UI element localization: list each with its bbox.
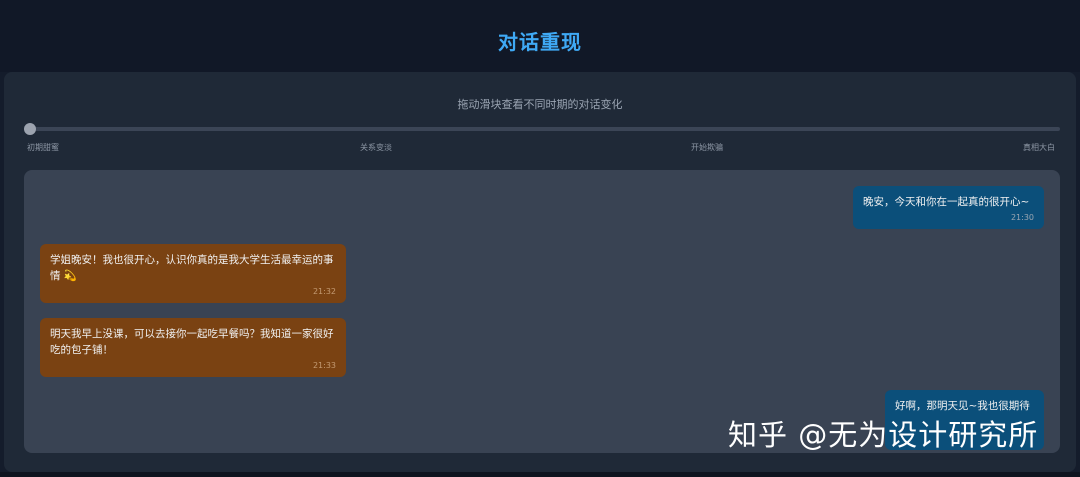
message-text: 学姐晚安！我也很开心，认识你真的是我大学生活最幸运的事情 💫 [50, 254, 334, 282]
stage-label-4[interactable]: 真相大白 [1023, 142, 1055, 153]
chat-area: 晚安，今天和你在一起真的很开心~ 21:30 学姐晚安！我也很开心，认识你真的是… [24, 170, 1060, 453]
message-text: 晚安，今天和你在一起真的很开心~ [863, 196, 1030, 208]
slider-thumb[interactable] [24, 123, 36, 135]
bottom-strip [0, 472, 1080, 477]
message-time: 21:32 [312, 287, 336, 296]
stage-label-3[interactable]: 开始欺骗 [691, 142, 723, 153]
page-title: 对话重现 [498, 30, 582, 54]
message-text: 明天我早上没课，可以去接你一起吃早餐吗？我知道一家很好吃的包子铺！ [50, 328, 334, 356]
message-bubble-received: 明天我早上没课，可以去接你一起吃早餐吗？我知道一家很好吃的包子铺！ 21:33 [40, 318, 346, 377]
timeline-slider[interactable] [24, 123, 1060, 135]
message-time: 21:30 [1010, 213, 1034, 222]
message-bubble-received: 学姐晚安！我也很开心，认识你真的是我大学生活最幸运的事情 💫 21:32 [40, 244, 346, 303]
stage-label-1[interactable]: 初期甜蜜 [27, 142, 59, 153]
stage-label-2[interactable]: 关系变淡 [360, 142, 392, 153]
slider-hint: 拖动滑块查看不同时期的对话变化 [457, 98, 623, 111]
message-text: 好啊，那明天见~我也很期待 [895, 400, 1030, 412]
watermark: 知乎 @无为设计研究所 [728, 418, 1039, 452]
message-bubble-sent: 晚安，今天和你在一起真的很开心~ 21:30 [853, 186, 1044, 229]
message-time: 21:33 [312, 361, 336, 370]
